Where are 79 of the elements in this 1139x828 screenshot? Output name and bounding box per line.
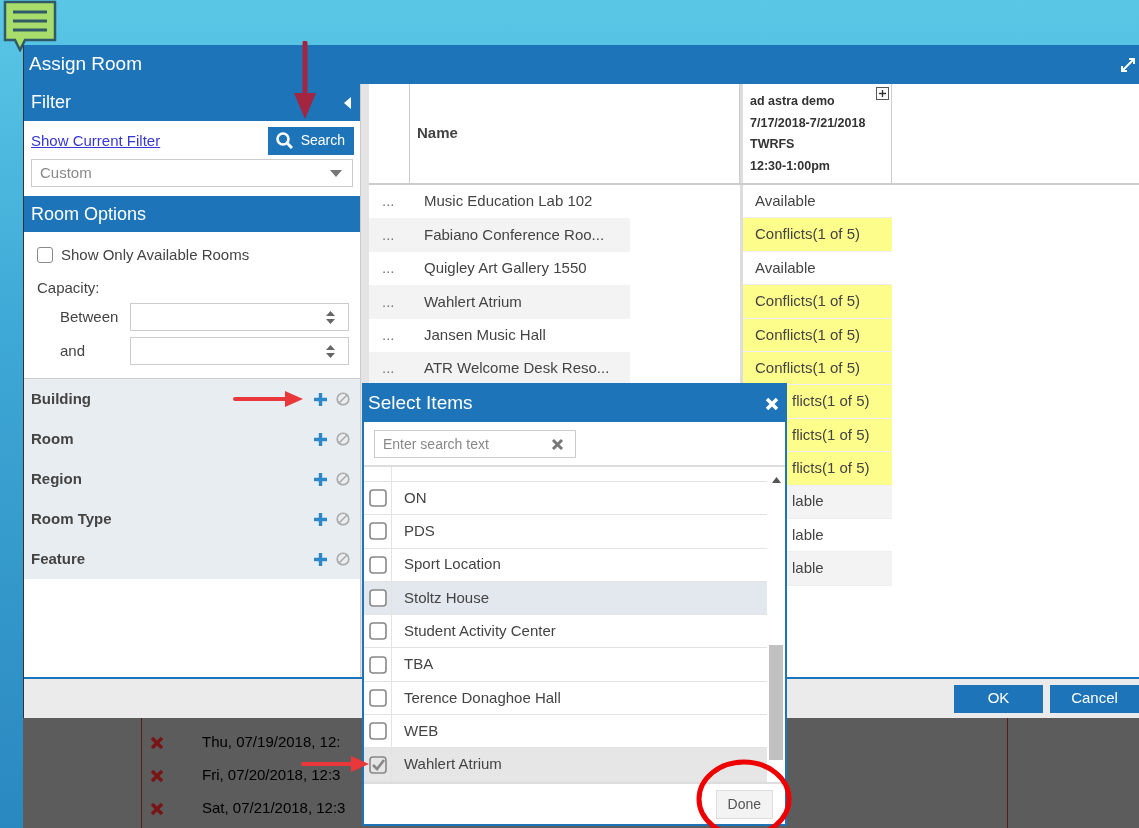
table-cell-text: Music Education Lab 102 — [423, 191, 593, 212]
spinner-icon[interactable] — [325, 309, 336, 325]
checkbox[interactable] — [368, 522, 387, 541]
capacity-label: Capacity: — [37, 277, 100, 298]
clear-icon[interactable] — [336, 512, 350, 526]
checked-checkbox[interactable] — [368, 755, 387, 774]
add-icon[interactable] — [313, 551, 328, 567]
table-cell-text: Fabiano Conference Roo... — [423, 224, 605, 245]
caret-icon — [330, 169, 342, 177]
criteria-label: Region — [31, 468, 82, 489]
table-cell-text: Quigley Art Gallery 1550 — [423, 258, 587, 279]
clear-icon[interactable] — [336, 432, 350, 446]
show-filter-link[interactable]: Show Current Filter — [31, 129, 161, 153]
field-label: and — [59, 340, 87, 361]
add-icon[interactable] — [313, 431, 328, 447]
collapse-icon[interactable] — [344, 96, 352, 109]
scroll-up-icon[interactable] — [771, 477, 781, 483]
status-cell: Conflicts(1 of 5) — [743, 285, 892, 319]
item-label: PDS — [403, 521, 435, 542]
search-button[interactable]: Search — [267, 127, 354, 155]
arrow-annotation — [233, 390, 305, 408]
checkbox-label: Show Only Available Rooms — [61, 245, 250, 265]
clear-icon[interactable] — [336, 552, 350, 566]
done-button[interactable]: Done — [715, 789, 773, 819]
item-label: Stoltz House — [403, 587, 490, 608]
table-cell-text: ATR Welcome Desk Reso... — [423, 358, 610, 379]
status-cell: Conflicts(1 of 5) — [743, 218, 892, 252]
criteria-label: Room — [31, 428, 74, 449]
clear-icon[interactable] — [551, 438, 564, 451]
add-icon[interactable] — [313, 391, 328, 407]
preset-dropdown[interactable]: Custom — [31, 159, 353, 187]
spinner-icon[interactable] — [325, 343, 336, 359]
checkbox[interactable] — [368, 589, 387, 608]
date-text: Thu, 07/19/2018, 12: — [202, 732, 341, 753]
checkbox[interactable] — [37, 247, 53, 264]
checkbox[interactable] — [368, 622, 387, 641]
status-cell: Conflicts(1 of 5) — [743, 318, 892, 352]
item-label: Terence Donaghoe Hall — [403, 687, 561, 708]
add-icon[interactable] — [313, 511, 328, 527]
criteria-label: Room Type — [31, 508, 112, 529]
row-menu[interactable]: ... — [369, 324, 395, 347]
checkbox[interactable] — [368, 722, 387, 741]
item-label: ON — [403, 487, 427, 508]
table-cell-text: Jansen Music Hall — [423, 325, 546, 345]
dialog-title: Assign Room — [29, 52, 142, 77]
item-label: Sport Location — [403, 554, 501, 575]
status-cell: Conflicts(1 of 5) — [743, 351, 892, 386]
dialog-button[interactable]: OK — [954, 684, 1043, 713]
column-header: ad astra demo 7/17/2018-7/21/2018 TWRFS 12:30-1:00pm — [743, 84, 892, 183]
dialog-button[interactable]: Cancel — [1050, 684, 1139, 713]
checkbox[interactable] — [368, 688, 387, 707]
add-icon[interactable] — [313, 471, 328, 487]
expand-icon[interactable] — [876, 87, 889, 100]
item-label: TBA — [403, 654, 434, 675]
section-title: Room Options — [31, 202, 147, 226]
number-field[interactable] — [130, 303, 349, 331]
table-cell-text: Wahlert Atrium — [423, 291, 522, 312]
menu-icon[interactable] — [3, 0, 57, 52]
dialog-title: Select Items — [368, 391, 473, 416]
field-label: Between — [59, 306, 120, 327]
clear-icon[interactable] — [336, 392, 350, 406]
search-field[interactable]: Enter search text — [374, 430, 576, 458]
search-icon — [275, 132, 293, 149]
criteria-label: Feature — [31, 548, 86, 569]
checkbox[interactable] — [368, 489, 387, 508]
item-label: Wahlert Atrium — [403, 754, 502, 775]
item-label: WEB — [403, 720, 439, 741]
close-icon[interactable] — [765, 396, 779, 411]
date-text: Fri, 07/20/2018, 12:3 — [202, 765, 341, 786]
item-label: Student Activity Center — [403, 621, 556, 642]
checkbox[interactable] — [368, 655, 387, 674]
date-text: Sat, 07/21/2018, 12:3 — [202, 798, 346, 819]
row-menu[interactable]: ... — [369, 257, 395, 280]
criteria-label: Building — [31, 388, 91, 409]
checkbox[interactable] — [368, 555, 387, 574]
number-field[interactable] — [130, 337, 349, 365]
row-menu[interactable]: ... — [369, 190, 395, 213]
clear-icon[interactable] — [336, 472, 350, 486]
panel-title: Filter — [31, 91, 71, 114]
